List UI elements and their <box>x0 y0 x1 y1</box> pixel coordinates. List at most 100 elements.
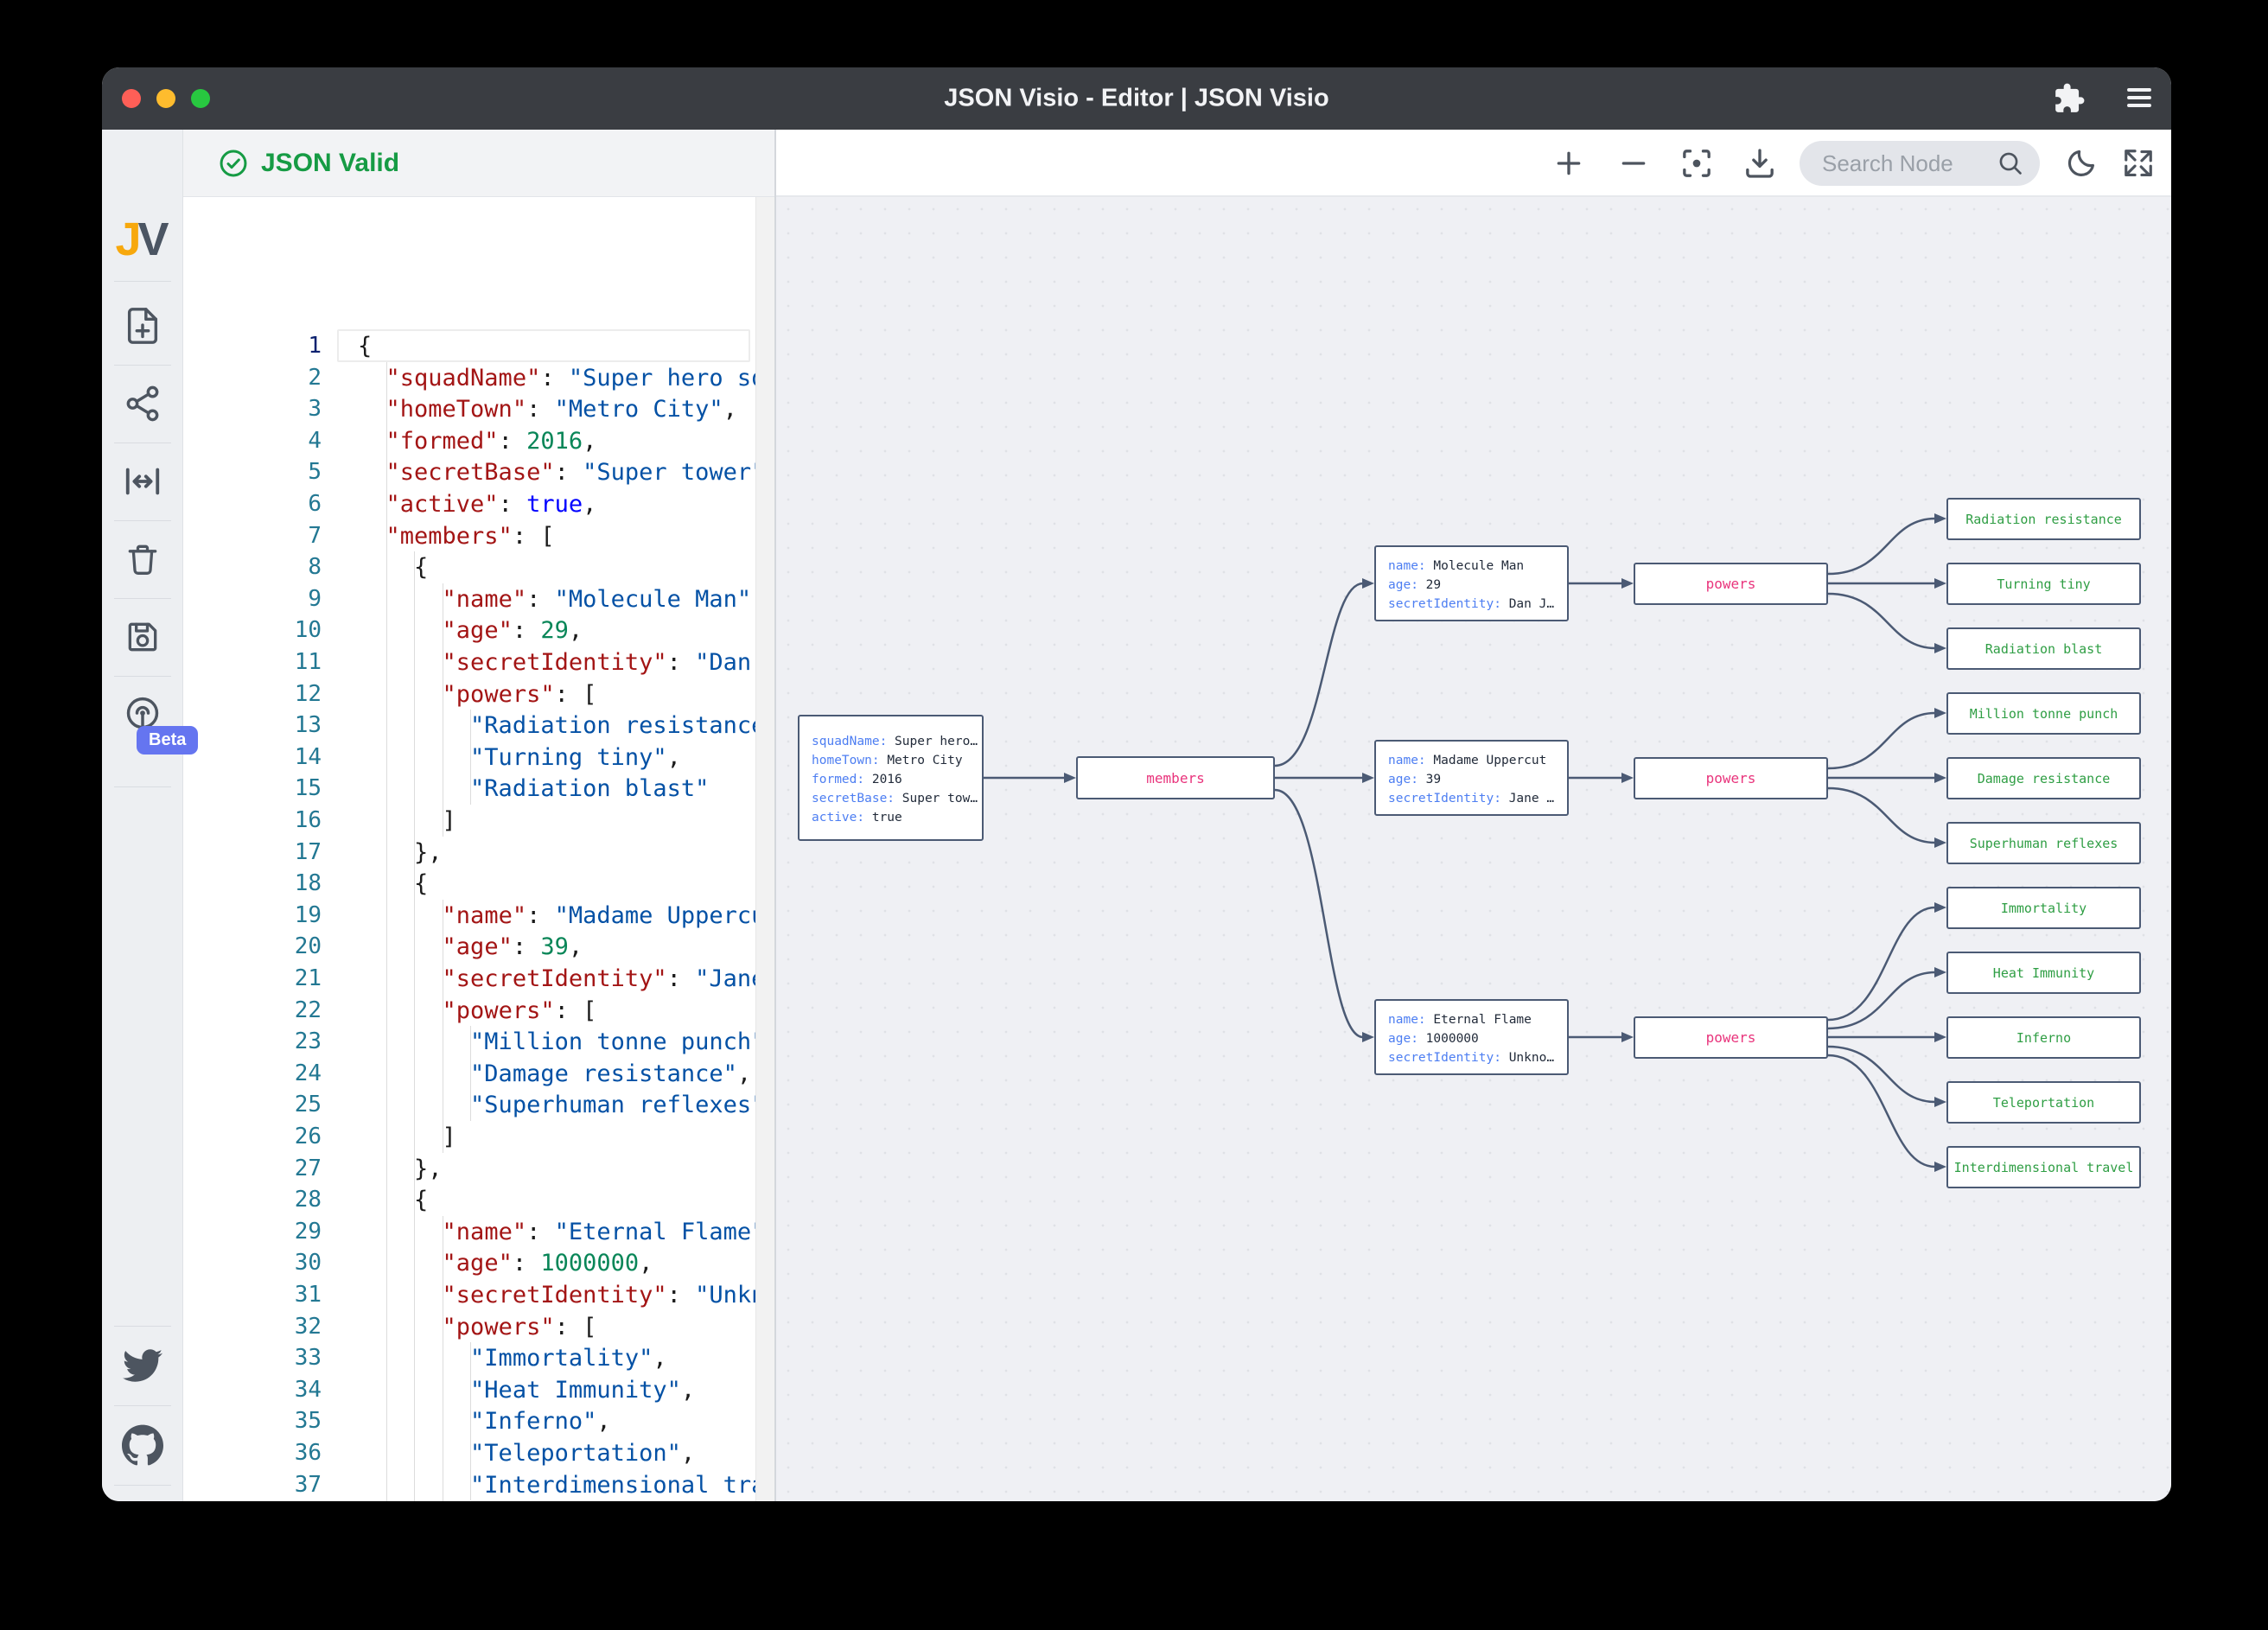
jv-logo[interactable]: JV <box>121 218 164 261</box>
graph-node-member-2[interactable]: name: Madame Uppercutage: 39secretIdenti… <box>1374 740 1569 816</box>
sidebar-item-save[interactable] <box>121 615 164 659</box>
graph-node-leaf-heat-immunity[interactable]: Heat Immunity <box>1946 952 2141 994</box>
line-number: 15 <box>183 773 322 805</box>
graph-node-leaf-radiation-resistance[interactable]: Radiation resistance <box>1946 498 2141 540</box>
code-line-22[interactable]: 22 "powers": [ <box>183 995 755 1027</box>
download-image-button[interactable] <box>1740 143 1780 183</box>
graph-node-root[interactable]: squadName: Super hero…homeTown: Metro Ci… <box>798 715 984 841</box>
graph-node-leaf-radiation-blast[interactable]: Radiation blast <box>1946 627 2141 670</box>
graph-node-powers-1[interactable]: powers <box>1634 563 1828 605</box>
graph-node-leaf-turning-tiny[interactable]: Turning tiny <box>1946 563 2141 605</box>
code-line-5[interactable]: 5 "secretBase": "Super tower", <box>183 456 755 488</box>
graph-panel: squadName: Super hero…homeTown: Metro Ci… <box>774 130 2171 1501</box>
moon-icon <box>2065 147 2098 180</box>
sidebar-item-delete[interactable] <box>121 538 164 581</box>
divider <box>114 676 171 677</box>
graph-node-member-1[interactable]: name: Molecule Manage: 29secretIdentity:… <box>1374 545 1569 621</box>
extensions-puzzle-icon[interactable] <box>2053 82 2086 115</box>
line-number: 26 <box>183 1121 322 1153</box>
code-line-25[interactable]: 25 "Superhuman reflexes" <box>183 1089 755 1121</box>
code-line-7[interactable]: 7 "members": [ <box>183 520 755 552</box>
sidebar-item-github[interactable] <box>121 1423 164 1467</box>
code-line-13[interactable]: 13 "Radiation resistance", <box>183 710 755 742</box>
code-line-30[interactable]: 30 "age": 1000000, <box>183 1247 755 1279</box>
code-line-12[interactable]: 12 "powers": [ <box>183 678 755 710</box>
code-line-31[interactable]: 31 "secretIdentity": "Unknown", <box>183 1279 755 1311</box>
code-line-29[interactable]: 29 "name": "Eternal Flame", <box>183 1216 755 1248</box>
dark-mode-toggle[interactable] <box>2061 143 2101 183</box>
line-number: 18 <box>183 868 322 900</box>
graph-node-member-3[interactable]: name: Eternal Flameage: 1000000secretIde… <box>1374 999 1569 1075</box>
divider <box>114 520 171 521</box>
line-number: 3 <box>183 393 322 425</box>
code-line-4[interactable]: 4 "formed": 2016, <box>183 425 755 457</box>
code-line-27[interactable]: 27 }, <box>183 1153 755 1185</box>
code-line-2[interactable]: 2 "squadName": "Super hero squad", <box>183 362 755 394</box>
graph-node-leaf-inferno[interactable]: Inferno <box>1946 1016 2141 1059</box>
graph-node-leaf-interdimensional-travel[interactable]: Interdimensional travel <box>1946 1146 2141 1188</box>
code-line-20[interactable]: 20 "age": 39, <box>183 931 755 963</box>
graph-node-leaf-damage-resistance[interactable]: Damage resistance <box>1946 757 2141 799</box>
minimize-window-button[interactable] <box>156 89 175 108</box>
code-line-33[interactable]: 33 "Immortality", <box>183 1342 755 1374</box>
code-line-16[interactable]: 16 ] <box>183 805 755 837</box>
line-number: 27 <box>183 1153 322 1185</box>
code-line-8[interactable]: 8 { <box>183 551 755 583</box>
line-number: 12 <box>183 678 322 710</box>
zoom-in-button[interactable] <box>1549 143 1589 183</box>
code-line-1[interactable]: 1{ <box>183 330 755 362</box>
sidebar-item-twitter[interactable] <box>121 1344 164 1387</box>
maximize-window-button[interactable] <box>191 89 210 108</box>
graph-node-leaf-superhuman-reflexes[interactable]: Superhuman reflexes <box>1946 822 2141 864</box>
code-line-18[interactable]: 18 { <box>183 868 755 900</box>
code-line-17[interactable]: 17 }, <box>183 837 755 869</box>
sidebar-item-fit-width[interactable] <box>121 460 164 503</box>
code-line-34[interactable]: 34 "Heat Immunity", <box>183 1374 755 1406</box>
twitter-icon <box>123 1346 162 1385</box>
line-number: 37 <box>183 1469 322 1501</box>
search-node-input[interactable] <box>1820 150 1997 178</box>
line-number: 34 <box>183 1374 322 1406</box>
sidebar-item-new-document[interactable] <box>121 304 164 347</box>
line-number: 14 <box>183 742 322 774</box>
code-line-10[interactable]: 10 "age": 29, <box>183 614 755 646</box>
line-number: 9 <box>183 583 322 615</box>
code-line-21[interactable]: 21 "secretIdentity": "Jane Wilson", <box>183 963 755 995</box>
fullscreen-button[interactable] <box>2118 143 2158 183</box>
code-line-3[interactable]: 3 "homeTown": "Metro City", <box>183 393 755 425</box>
code-line-32[interactable]: 32 "powers": [ <box>183 1311 755 1343</box>
sidebar-item-share[interactable] <box>121 382 164 425</box>
graph-node-powers-2[interactable]: powers <box>1634 757 1828 799</box>
code-line-15[interactable]: 15 "Radiation blast" <box>183 773 755 805</box>
code-line-37[interactable]: 37 "Interdimensional travel" <box>183 1469 755 1501</box>
code-line-19[interactable]: 19 "name": "Madame Uppercut", <box>183 900 755 932</box>
code-line-9[interactable]: 9 "name": "Molecule Man", <box>183 583 755 615</box>
graph-node-leaf-immortality[interactable]: Immortality <box>1946 887 2141 929</box>
divider <box>114 1405 171 1406</box>
code-editor[interactable]: 1{2 "squadName": "Super hero squad",3 "h… <box>183 197 755 1501</box>
search-icon[interactable] <box>1997 150 2024 177</box>
code-line-24[interactable]: 24 "Damage resistance", <box>183 1058 755 1090</box>
code-line-14[interactable]: 14 "Turning tiny", <box>183 742 755 774</box>
graph-node-members[interactable]: members <box>1076 756 1275 799</box>
code-line-35[interactable]: 35 "Inferno", <box>183 1405 755 1437</box>
code-line-36[interactable]: 36 "Teleportation", <box>183 1437 755 1469</box>
code-line-38[interactable]: 38 ] <box>183 1500 755 1501</box>
title-bar: JSON Visio - Editor | JSON Visio <box>102 67 2171 130</box>
code-line-11[interactable]: 11 "secretIdentity": "Dan Jukes", <box>183 646 755 678</box>
close-window-button[interactable] <box>122 89 141 108</box>
graph-node-leaf-million-tonne-punch[interactable]: Million tonne punch <box>1946 692 2141 735</box>
graph-node-leaf-teleportation[interactable]: Teleportation <box>1946 1081 2141 1124</box>
graph-node-powers-3[interactable]: powers <box>1634 1016 1828 1059</box>
zoom-out-button[interactable] <box>1614 143 1653 183</box>
code-line-28[interactable]: 28 { <box>183 1184 755 1216</box>
code-line-6[interactable]: 6 "active": true, <box>183 488 755 520</box>
center-focus-button[interactable] <box>1677 143 1717 183</box>
menu-icon[interactable] <box>2124 82 2157 115</box>
editor-scrollbar[interactable] <box>755 197 774 1501</box>
line-number: 8 <box>183 551 322 583</box>
divider <box>114 786 171 787</box>
code-line-26[interactable]: 26 ] <box>183 1121 755 1153</box>
line-number: 30 <box>183 1247 322 1279</box>
code-line-23[interactable]: 23 "Million tonne punch", <box>183 1026 755 1058</box>
